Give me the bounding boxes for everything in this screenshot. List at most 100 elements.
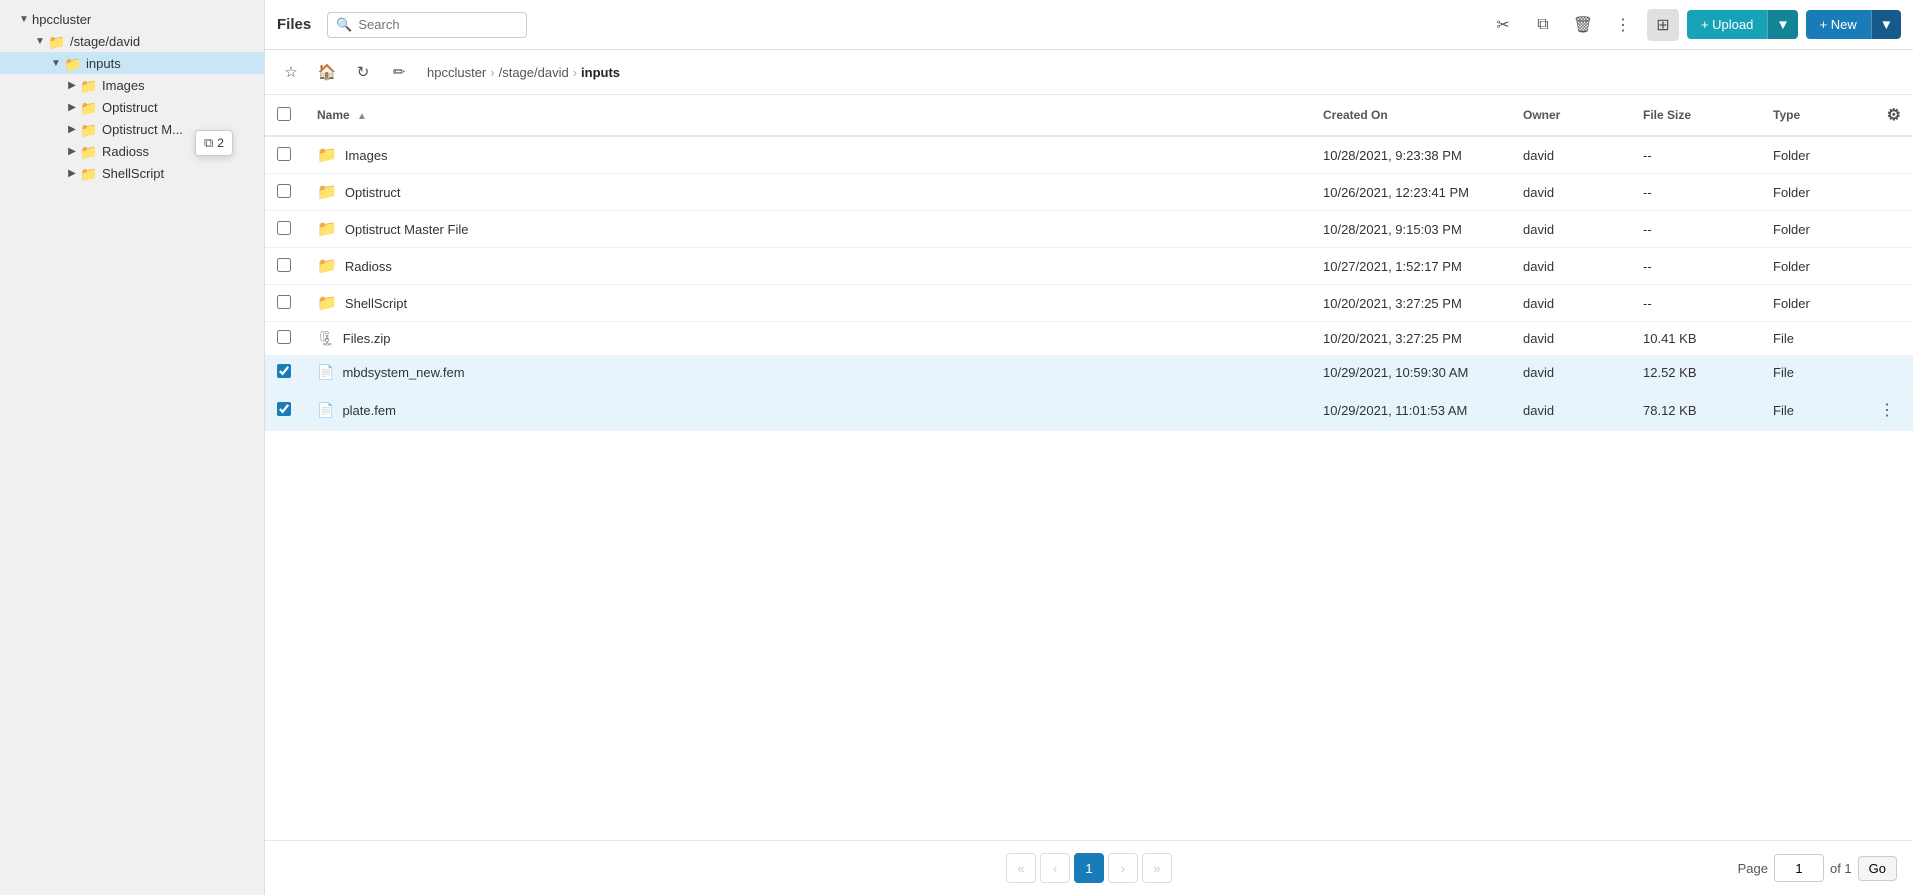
th-name[interactable]: Name ▲ xyxy=(305,95,1311,136)
td-type: File xyxy=(1761,322,1861,356)
sidebar-item-optistruct[interactable]: ▶ 📁 Optistruct xyxy=(0,96,264,118)
tree-arrow-inputs: ▼ xyxy=(48,55,64,71)
sidebar-label-inputs: inputs xyxy=(86,56,121,71)
go-button[interactable]: Go xyxy=(1858,856,1897,881)
breadcrumb-hpccluster[interactable]: hpccluster xyxy=(427,65,486,80)
sidebar-item-stage[interactable]: ▼ 📁 /stage/david xyxy=(0,30,264,52)
select-all-checkbox[interactable] xyxy=(277,107,291,121)
row-checkbox[interactable] xyxy=(277,147,291,161)
file-name: ShellScript xyxy=(345,296,407,311)
first-page-button[interactable]: « xyxy=(1006,853,1036,883)
prev-page-button[interactable]: ‹ xyxy=(1040,853,1070,883)
file-name: Images xyxy=(345,148,388,163)
pagination-right: Page of 1 Go xyxy=(1738,854,1897,882)
table-row: 📄 plate.fem 10/29/2021, 11:01:53 AM davi… xyxy=(265,390,1913,431)
file-name: plate.fem xyxy=(342,403,395,418)
td-checkbox[interactable] xyxy=(265,211,305,248)
td-checkbox[interactable] xyxy=(265,174,305,211)
breadcrumb-stage[interactable]: /stage/david xyxy=(499,65,569,80)
grid-view-button[interactable]: ⊞ xyxy=(1647,9,1679,41)
copy-button[interactable]: ⧉ xyxy=(1527,9,1559,41)
th-actions: ⚙ xyxy=(1861,95,1913,136)
new-button[interactable]: + New xyxy=(1806,10,1871,39)
td-created: 10/27/2021, 1:52:17 PM xyxy=(1311,248,1511,285)
next-page-button[interactable]: › xyxy=(1108,853,1138,883)
th-type[interactable]: Type xyxy=(1761,95,1861,136)
td-size: -- xyxy=(1631,211,1761,248)
row-checkbox[interactable] xyxy=(277,184,291,198)
edit-path-icon[interactable]: ✏ xyxy=(385,58,413,86)
sidebar-label-images: Images xyxy=(102,78,145,93)
new-button-group: + New ▼ xyxy=(1806,10,1901,39)
folder-icon: 📁 xyxy=(317,182,337,202)
td-type: Folder xyxy=(1761,136,1861,174)
row-checkbox[interactable] xyxy=(277,364,291,378)
search-box[interactable]: 🔍 xyxy=(327,12,527,38)
folder-icon-images: 📁 xyxy=(80,78,98,92)
td-size: -- xyxy=(1631,174,1761,211)
td-type: File xyxy=(1761,390,1861,431)
sidebar-item-inputs[interactable]: ▼ 📁 inputs xyxy=(0,52,264,74)
upload-dropdown-button[interactable]: ▼ xyxy=(1767,10,1797,39)
copy-icon: ⧉ xyxy=(204,135,213,151)
page-label: Page xyxy=(1738,861,1768,876)
settings-icon[interactable]: ⚙ xyxy=(1887,107,1901,124)
table-row: 📄 mbdsystem_new.fem 10/29/2021, 10:59:30… xyxy=(265,356,1913,390)
row-more-button[interactable]: ⋮ xyxy=(1873,398,1901,422)
breadcrumb: hpccluster › /stage/david › inputs xyxy=(427,65,620,80)
td-checkbox[interactable] xyxy=(265,322,305,356)
td-checkbox[interactable] xyxy=(265,136,305,174)
file-name: Optistruct xyxy=(345,185,401,200)
td-actions xyxy=(1861,356,1913,390)
sidebar-item-images[interactable]: ▶ 📁 Images xyxy=(0,74,264,96)
td-checkbox[interactable] xyxy=(265,248,305,285)
home-icon[interactable]: 🏠 xyxy=(313,58,341,86)
td-checkbox[interactable] xyxy=(265,356,305,390)
new-dropdown-button[interactable]: ▼ xyxy=(1871,10,1901,39)
folder-icon-optistruct-master: 📁 xyxy=(80,122,98,136)
row-checkbox[interactable] xyxy=(277,330,291,344)
row-checkbox[interactable] xyxy=(277,258,291,272)
td-checkbox[interactable] xyxy=(265,390,305,431)
th-created[interactable]: Created On xyxy=(1311,95,1511,136)
sidebar-item-shellscript[interactable]: ▶ 📁 ShellScript xyxy=(0,162,264,184)
td-created: 10/20/2021, 3:27:25 PM xyxy=(1311,285,1511,322)
td-owner: david xyxy=(1511,285,1631,322)
upload-button[interactable]: + Upload xyxy=(1687,10,1767,39)
td-owner: david xyxy=(1511,211,1631,248)
last-page-button[interactable]: » xyxy=(1142,853,1172,883)
file-icon: 📄 xyxy=(317,402,334,419)
th-file-size[interactable]: File Size xyxy=(1631,95,1761,136)
sort-arrow-name: ▲ xyxy=(357,111,367,122)
search-input[interactable] xyxy=(358,17,518,32)
table-row: 🗜 Files.zip 10/20/2021, 3:27:25 PM david… xyxy=(265,322,1913,356)
td-checkbox[interactable] xyxy=(265,285,305,322)
tree-arrow-shellscript: ▶ xyxy=(64,165,80,181)
row-checkbox[interactable] xyxy=(277,221,291,235)
td-name: 📁 Radioss xyxy=(305,248,1311,285)
sidebar: ▼ hpccluster ▼ 📁 /stage/david ▼ 📁 inputs… xyxy=(0,0,265,895)
page-1-button[interactable]: 1 xyxy=(1074,853,1104,883)
row-checkbox[interactable] xyxy=(277,295,291,309)
row-checkbox[interactable] xyxy=(277,402,291,416)
page-input[interactable] xyxy=(1774,854,1824,882)
td-actions: ⋮ xyxy=(1861,390,1913,431)
td-owner: david xyxy=(1511,356,1631,390)
sidebar-label-radioss: Radioss xyxy=(102,144,149,159)
tree-arrow-stage: ▼ xyxy=(32,33,48,49)
refresh-icon[interactable]: ↻ xyxy=(349,58,377,86)
delete-button[interactable]: 🗑 xyxy=(1567,9,1599,41)
favorite-icon[interactable]: ☆ xyxy=(277,58,305,86)
cut-button[interactable]: ✂ xyxy=(1487,9,1519,41)
file-table-area: Name ▲ Created On Owner File Size Type xyxy=(265,95,1913,840)
th-owner[interactable]: Owner xyxy=(1511,95,1631,136)
more-options-button[interactable]: ⋮ xyxy=(1607,9,1639,41)
sidebar-item-hpccluster[interactable]: ▼ hpccluster xyxy=(0,8,264,30)
page-title: Files xyxy=(277,16,311,33)
td-type: Folder xyxy=(1761,211,1861,248)
folder-icon: 📁 xyxy=(317,145,337,165)
folder-icon-stage: 📁 xyxy=(48,34,66,48)
folder-icon: 📁 xyxy=(317,293,337,313)
td-type: Folder xyxy=(1761,248,1861,285)
td-name: 📄 plate.fem xyxy=(305,390,1311,431)
